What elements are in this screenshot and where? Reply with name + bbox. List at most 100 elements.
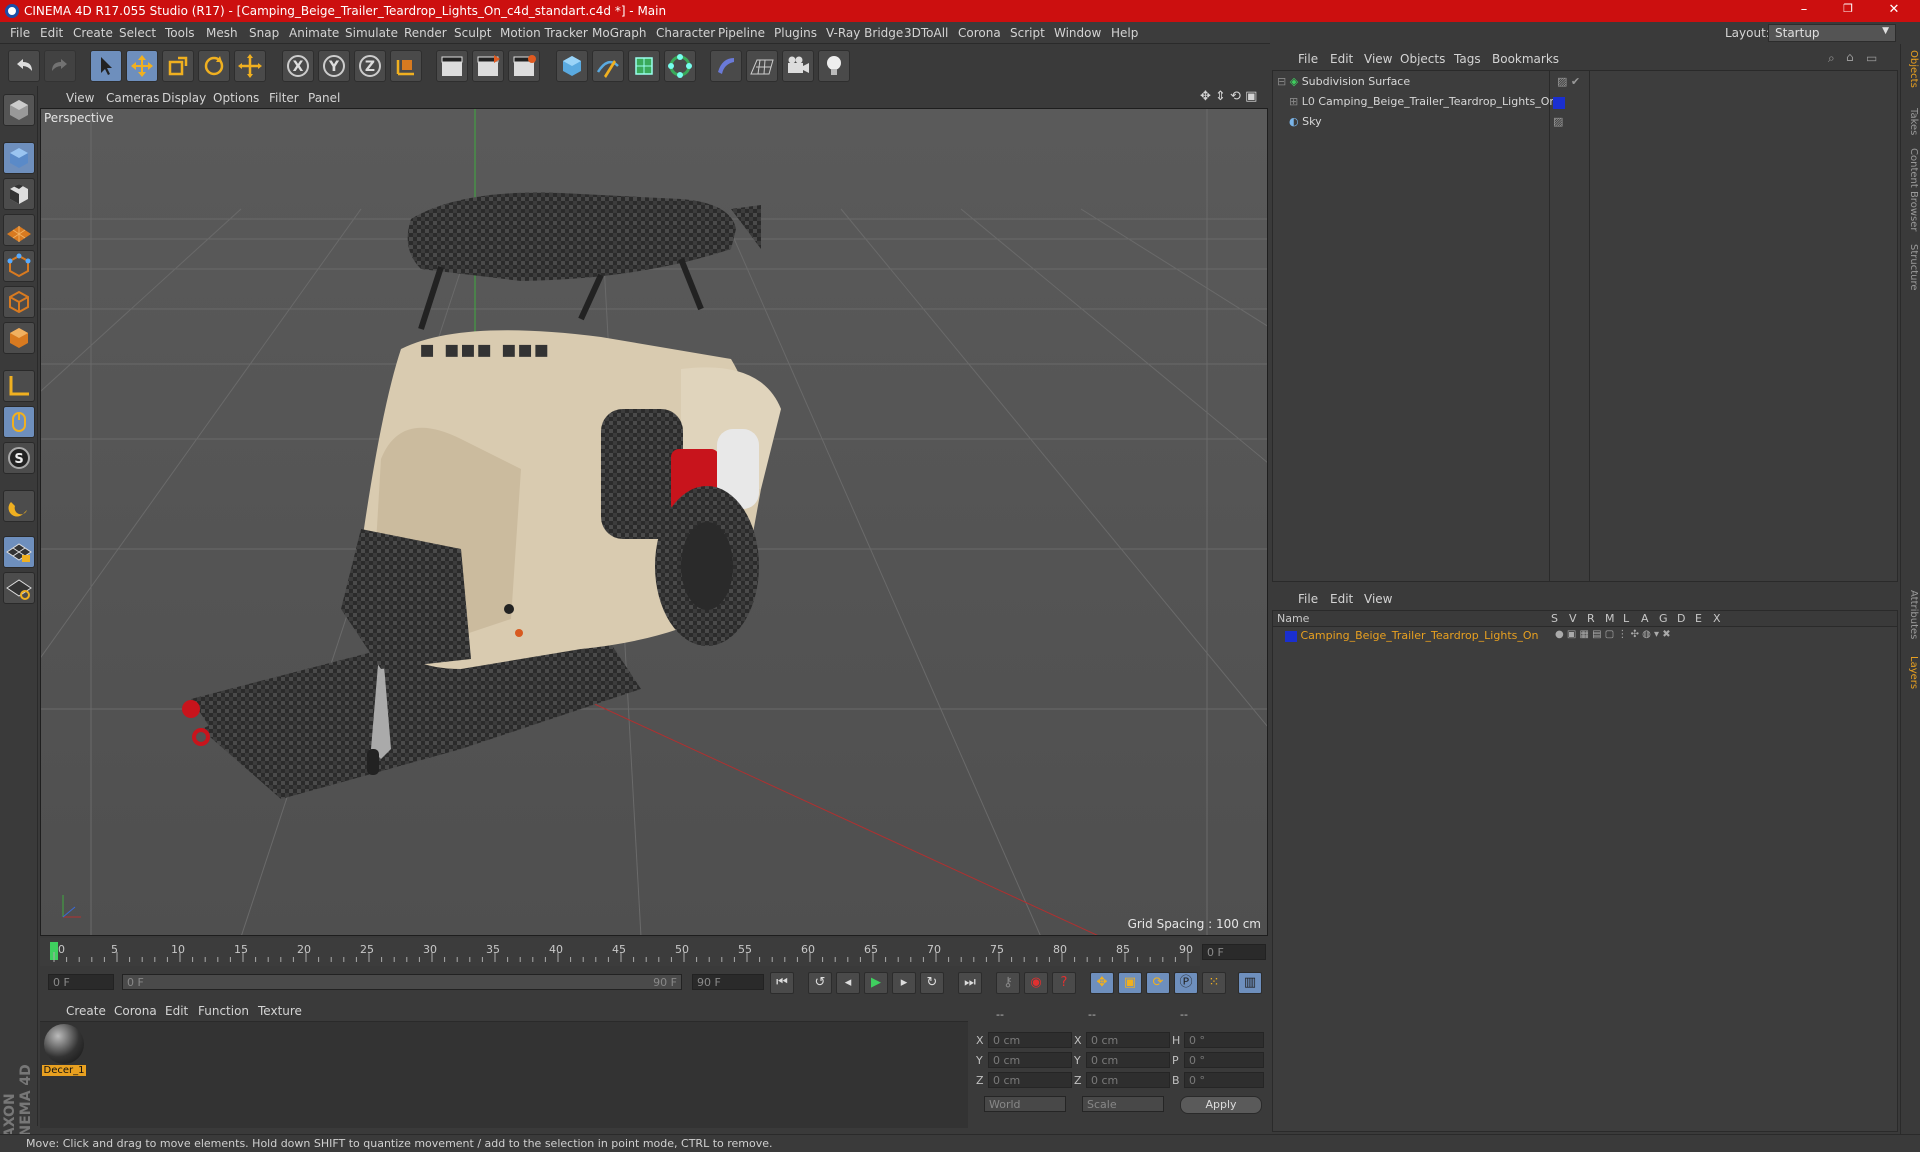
render-active-view-button[interactable] xyxy=(472,50,504,82)
menu-edit[interactable]: Edit xyxy=(40,26,63,40)
perspective-viewport[interactable]: ▪ ▪▪▪ ▪▪▪ Perspective Grid Spacing : 100… xyxy=(40,108,1268,936)
menu-pipeline[interactable]: Pipeline xyxy=(718,26,765,40)
workplane-lock-button[interactable] xyxy=(3,536,35,568)
timeline-window-button[interactable]: ▥ xyxy=(1238,972,1262,994)
add-cube-button[interactable] xyxy=(556,50,588,82)
apply-button[interactable]: Apply xyxy=(1180,1096,1262,1114)
visibility-dots-icon[interactable]: ▨ ✔ xyxy=(1557,75,1580,88)
layer-menu-view[interactable]: View xyxy=(1364,592,1392,606)
coordinate-system-button[interactable] xyxy=(390,50,422,82)
pos-x-field[interactable]: 0 cm xyxy=(988,1032,1072,1048)
menu-mograph[interactable]: MoGraph xyxy=(592,26,647,40)
scale-tool-button[interactable] xyxy=(162,50,194,82)
y-axis-lock-button[interactable]: Y xyxy=(318,50,350,82)
pos-z-field[interactable]: 0 cm xyxy=(988,1072,1072,1088)
coordinate-mode-select[interactable]: World xyxy=(984,1096,1066,1112)
add-camera-button[interactable] xyxy=(782,50,814,82)
search-icon[interactable]: ⌕ xyxy=(1828,51,1835,66)
play-button[interactable]: ▶ xyxy=(864,972,888,994)
viewport-menu-filter[interactable]: Filter xyxy=(269,91,299,105)
menu-window[interactable]: Window xyxy=(1054,26,1101,40)
object-menu-bookmarks[interactable]: Bookmarks xyxy=(1492,52,1559,66)
material-menu-create[interactable]: Create xyxy=(66,1004,106,1018)
menu-select[interactable]: Select xyxy=(119,26,156,40)
add-array-button[interactable] xyxy=(664,50,696,82)
key-pla-button[interactable]: ⁙ xyxy=(1202,972,1226,994)
layer-color-swatch[interactable] xyxy=(1553,97,1565,109)
record-keys-button[interactable]: ⚷ xyxy=(996,972,1020,994)
size-y-field[interactable]: 0 cm xyxy=(1086,1052,1170,1068)
start-frame-field[interactable]: 0 F xyxy=(48,974,114,990)
object-row-trailer[interactable]: ⊞ L0 Camping_Beige_Trailer_Teardrop_Ligh… xyxy=(1289,95,1893,113)
make-editable-button[interactable] xyxy=(3,94,35,126)
layer-color-swatch[interactable] xyxy=(1285,630,1297,642)
layer-row-trailer[interactable]: Camping_Beige_Trailer_Teardrop_Lights_On… xyxy=(1285,629,1895,647)
viewport-menu-view[interactable]: View xyxy=(66,91,94,105)
tab-takes[interactable]: Takes xyxy=(1903,108,1919,135)
redo-button[interactable] xyxy=(44,50,76,82)
pos-y-field[interactable]: 0 cm xyxy=(988,1052,1072,1068)
live-selection-button[interactable] xyxy=(90,50,122,82)
keyframe-selection-button[interactable]: ? xyxy=(1052,972,1076,994)
viewport-menu-cameras[interactable]: Cameras xyxy=(106,91,159,105)
z-axis-lock-button[interactable]: Z xyxy=(354,50,386,82)
key-scale-button[interactable]: ▣ xyxy=(1118,972,1142,994)
viewport-menu-display[interactable]: Display xyxy=(162,91,206,105)
go-to-end-button[interactable]: ⏭ xyxy=(958,972,982,994)
tab-structure[interactable]: Structure xyxy=(1903,244,1919,291)
end-frame-field[interactable]: 90 F xyxy=(692,974,764,990)
axis-mode-button[interactable] xyxy=(3,370,35,402)
material-menu-edit[interactable]: Edit xyxy=(165,1004,188,1018)
object-row-sky[interactable]: ◐ Sky ▨ xyxy=(1289,115,1893,133)
x-axis-lock-button[interactable]: X xyxy=(282,50,314,82)
size-x-field[interactable]: 0 cm xyxy=(1086,1032,1170,1048)
key-rotation-button[interactable]: ⟳ xyxy=(1146,972,1170,994)
edges-mode-button[interactable] xyxy=(3,286,35,318)
menu-plugins[interactable]: Plugins xyxy=(774,26,817,40)
layout-select[interactable]: Startup ▼ xyxy=(1768,24,1896,42)
current-frame-field[interactable]: 0 F xyxy=(1202,944,1266,960)
autokey-button[interactable]: ◉ xyxy=(1024,972,1048,994)
object-menu-tags[interactable]: Tags xyxy=(1454,52,1481,66)
viewport-navigation-icons[interactable]: ✥ ⇕ ⟲ ▣ xyxy=(1200,89,1257,104)
snap-toggle-button[interactable] xyxy=(3,490,35,522)
add-light-button[interactable] xyxy=(818,50,850,82)
tweak-mode-button[interactable] xyxy=(3,406,35,438)
solo-mode-button[interactable]: S xyxy=(3,442,35,474)
viewport-menu-options[interactable]: Options xyxy=(213,91,259,105)
menu-script[interactable]: Script xyxy=(1010,26,1045,40)
menu-animate[interactable]: Animate xyxy=(289,26,339,40)
add-deformer-button[interactable] xyxy=(710,50,742,82)
home-icon[interactable]: ⌂ xyxy=(1846,50,1854,64)
previous-key-button[interactable]: ↺ xyxy=(808,972,832,994)
minimize-button[interactable]: – xyxy=(1792,2,1816,20)
menu-sculpt[interactable]: Sculpt xyxy=(454,26,491,40)
timeline-ruler[interactable]: 0 5 10 15 20 25 30 35 40 45 50 55 60 65 … xyxy=(40,938,1268,966)
close-button[interactable]: ✕ xyxy=(1882,2,1906,20)
layer-menu-file[interactable]: File xyxy=(1298,592,1318,606)
render-settings-button[interactable] xyxy=(508,50,540,82)
tab-objects[interactable]: Objects xyxy=(1903,50,1919,88)
panel-options-icon[interactable]: ▭ xyxy=(1866,51,1877,65)
object-menu-objects[interactable]: Objects xyxy=(1400,52,1445,66)
render-view-button[interactable] xyxy=(436,50,468,82)
maximize-button[interactable]: ❐ xyxy=(1836,2,1860,20)
menu-create[interactable]: Create xyxy=(73,26,113,40)
tab-layers[interactable]: Layers xyxy=(1903,656,1919,689)
menu-character[interactable]: Character xyxy=(656,26,715,40)
next-frame-button[interactable]: ▸ xyxy=(892,972,916,994)
polygons-mode-button[interactable] xyxy=(3,322,35,354)
add-spline-button[interactable] xyxy=(592,50,624,82)
key-position-button[interactable]: ✥ xyxy=(1090,972,1114,994)
rotate-tool-button[interactable] xyxy=(198,50,230,82)
material-menu-corona[interactable]: Corona xyxy=(114,1004,157,1018)
add-environment-button[interactable] xyxy=(746,50,778,82)
menu-render[interactable]: Render xyxy=(404,26,447,40)
rot-b-field[interactable]: 0 ° xyxy=(1184,1072,1264,1088)
tab-attributes[interactable]: Attributes xyxy=(1903,590,1919,639)
rot-h-field[interactable]: 0 ° xyxy=(1184,1032,1264,1048)
object-menu-file[interactable]: File xyxy=(1298,52,1318,66)
workplane-rotate-button[interactable] xyxy=(3,572,35,604)
texture-mode-button[interactable] xyxy=(3,178,35,210)
recent-tool-button[interactable] xyxy=(234,50,266,82)
